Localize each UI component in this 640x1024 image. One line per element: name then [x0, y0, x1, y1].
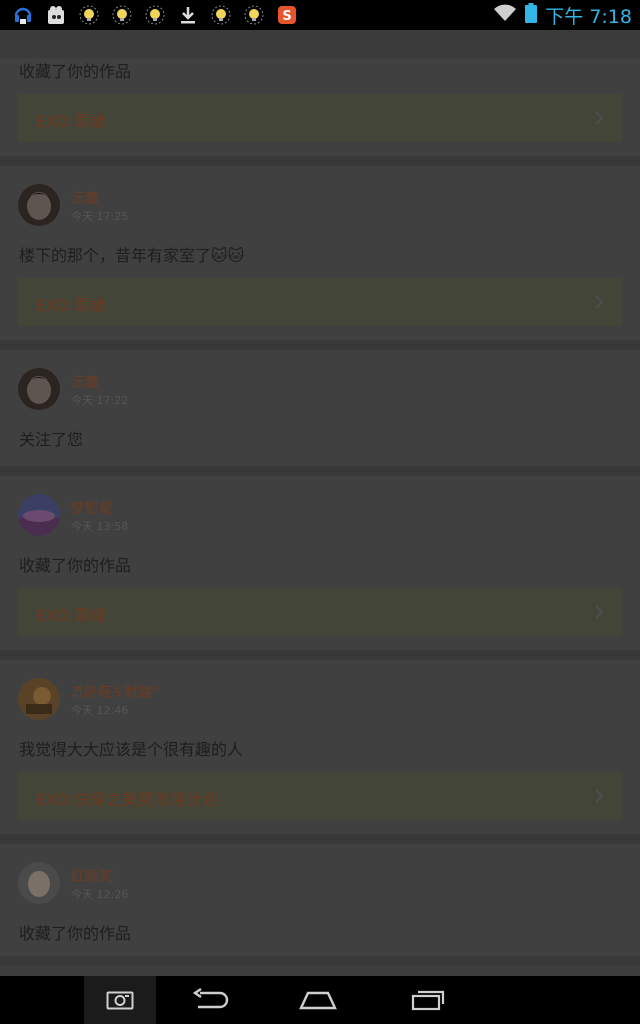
avatar[interactable] [18, 368, 60, 410]
bulb-icon [142, 2, 168, 28]
bulb-icon [109, 2, 135, 28]
work-link[interactable]: EXO:罪缘 [18, 588, 622, 636]
app-screen: 消息 收藏了你的作品 EXO:罪缘 沄蠢 今天 17:25 楼下的那个，昔年有家… [0, 30, 640, 976]
status-bar: S 下午 7:18 [0, 0, 640, 30]
wifi-icon [493, 3, 517, 27]
message-text: 收藏了你的作品 [19, 556, 132, 575]
sogou-letter: S [282, 9, 291, 24]
work-title: EXO:罪缘 [36, 112, 106, 131]
user-name[interactable]: 沄蠢 [71, 188, 99, 208]
work-link[interactable]: EXO:罪缘 [18, 94, 622, 142]
message-card: 收藏了你的作品 EXO:罪缘 [0, 58, 640, 166]
message-card: ♬終莪♋默潞° 今天 12:46 我觉得大大应该是个很有趣的人 EXO:快穿之美… [0, 660, 640, 844]
message-header: 梦影星 今天 13:58 [18, 476, 622, 544]
message-time: 今天 13:58 [71, 520, 129, 533]
bulb-icon [76, 2, 102, 28]
notification-icons: S [10, 2, 307, 28]
sogou-icon: S [274, 2, 300, 28]
screenshot-button[interactable] [84, 976, 156, 1024]
clock: 下午 7:18 [545, 5, 632, 28]
message-text: 楼下的那个，昔年有家室了🐱🐱 [19, 246, 245, 265]
system-navigation-bar [0, 976, 640, 1024]
work-link[interactable]: EXO:快穿之美男攻略计划 [18, 772, 622, 820]
message-card: 红颜笑 今天 12:26 收藏了你的作品 [0, 844, 640, 966]
bulb-icon [208, 2, 234, 28]
nav-home-button[interactable] [280, 976, 356, 1024]
user-name[interactable]: 梦影星 [71, 498, 113, 518]
battery-icon [525, 3, 538, 27]
app-icon [43, 2, 69, 28]
message-time: 今天 12:26 [71, 888, 129, 901]
headset-icon [10, 2, 36, 28]
recent-apps-icon [411, 990, 445, 1011]
user-name[interactable]: 红颜笑 [71, 866, 113, 886]
message-header: 沄蠢 今天 17:25 [18, 166, 622, 234]
chevron-right-icon [595, 111, 604, 125]
home-icon [299, 991, 337, 1010]
nav-recent-apps-button[interactable] [390, 976, 466, 1024]
message-card: 梦影星 今天 13:58 收藏了你的作品 EXO:罪缘 [0, 476, 640, 660]
message-time: 今天 17:22 [71, 394, 129, 407]
avatar[interactable] [18, 494, 60, 536]
message-text: 关注了您 [19, 430, 84, 449]
message-header: 沄蠢 今天 17:22 [18, 350, 622, 418]
avatar[interactable] [18, 862, 60, 904]
message-list: 收藏了你的作品 EXO:罪缘 沄蠢 今天 17:25 楼下的那个，昔年有家室了🐱… [0, 58, 640, 966]
message-header: 红颜笑 今天 12:26 [18, 844, 622, 912]
message-text: 收藏了你的作品 [19, 62, 132, 81]
avatar[interactable] [18, 184, 60, 226]
back-arrow-icon [192, 988, 229, 1009]
message-card: 沄蠢 今天 17:25 楼下的那个，昔年有家室了🐱🐱 EXO:罪缘 [0, 166, 640, 350]
message-header: ♬終莪♋默潞° 今天 12:46 [18, 660, 622, 728]
message-text: 收藏了你的作品 [19, 924, 132, 943]
work-title: EXO:快穿之美男攻略计划 [36, 790, 218, 809]
chevron-right-icon [595, 295, 604, 309]
camera-icon [106, 991, 134, 1010]
message-time: 今天 17:25 [71, 210, 129, 223]
nav-back-button[interactable] [172, 976, 248, 1024]
user-name[interactable]: ♬終莪♋默潞° [71, 682, 159, 702]
avatar[interactable] [18, 678, 60, 720]
work-link[interactable]: EXO:罪缘 [18, 278, 622, 326]
chevron-right-icon [595, 605, 604, 619]
bulb-icon [241, 2, 267, 28]
message-time: 今天 12:46 [71, 704, 129, 717]
work-title: EXO:罪缘 [36, 606, 106, 625]
chevron-right-icon [595, 789, 604, 803]
download-icon [175, 2, 201, 28]
status-right: 下午 7:18 [493, 0, 632, 30]
message-card: 沄蠢 今天 17:22 关注了您 [0, 350, 640, 476]
work-title: EXO:罪缘 [36, 296, 106, 315]
top-spacer [0, 30, 640, 60]
user-name[interactable]: 沄蠢 [71, 372, 99, 392]
message-text: 我觉得大大应该是个很有趣的人 [19, 740, 244, 759]
